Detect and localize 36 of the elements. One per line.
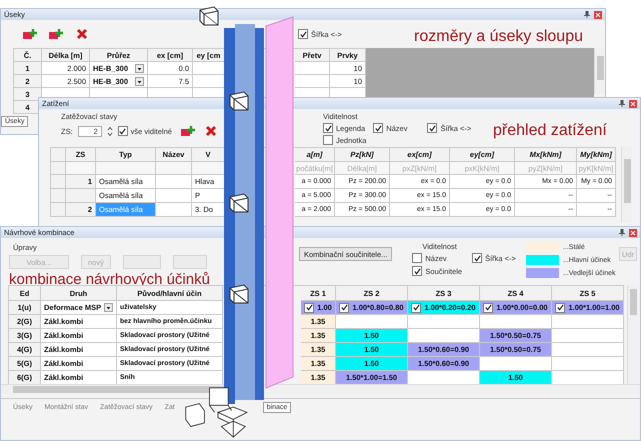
pin-icon[interactable]: [584, 11, 590, 18]
delete-icon: [204, 125, 217, 137]
add-icon: [49, 28, 63, 40]
checkbox[interactable]: [304, 302, 314, 312]
caption: kombinace návrhových účinků: [9, 272, 211, 287]
spinner-icon[interactable]: [106, 126, 113, 136]
scrollbar[interactable]: [621, 147, 632, 223]
checkbox[interactable]: [412, 266, 422, 276]
add-icon: [180, 125, 195, 137]
checkbox[interactable]: [339, 302, 349, 312]
add-segment-button[interactable]: [21, 27, 39, 41]
add-segment-button[interactable]: [47, 27, 65, 41]
checkbox[interactable]: [373, 123, 384, 133]
checkbox[interactable]: [323, 123, 333, 133]
checkbox[interactable]: [555, 302, 565, 312]
checkbox[interactable]: [323, 135, 333, 145]
checkbox[interactable]: [298, 29, 308, 39]
checkbox[interactable]: [427, 123, 438, 133]
close-icon[interactable]: [629, 100, 637, 108]
close-icon[interactable]: [629, 228, 637, 236]
caption: rozměry a úseky sloupu: [414, 29, 583, 45]
checkbox[interactable]: [412, 253, 422, 263]
add-icon: [23, 28, 37, 40]
checkbox[interactable]: [472, 253, 482, 263]
delete-icon: [76, 28, 88, 40]
pin-icon[interactable]: [619, 229, 625, 236]
close-icon[interactable]: [594, 10, 602, 18]
checkbox[interactable]: [118, 126, 128, 136]
checkbox[interactable]: [411, 302, 421, 312]
horizontal-scrollbar[interactable]: [1, 384, 640, 394]
pin-icon[interactable]: [619, 100, 625, 107]
caption: přehled zatížení: [493, 123, 607, 139]
scrollbar[interactable]: [594, 48, 605, 94]
checkbox[interactable]: [483, 302, 493, 312]
add-load-button[interactable]: [178, 124, 197, 138]
scrollbar[interactable]: [627, 285, 638, 384]
